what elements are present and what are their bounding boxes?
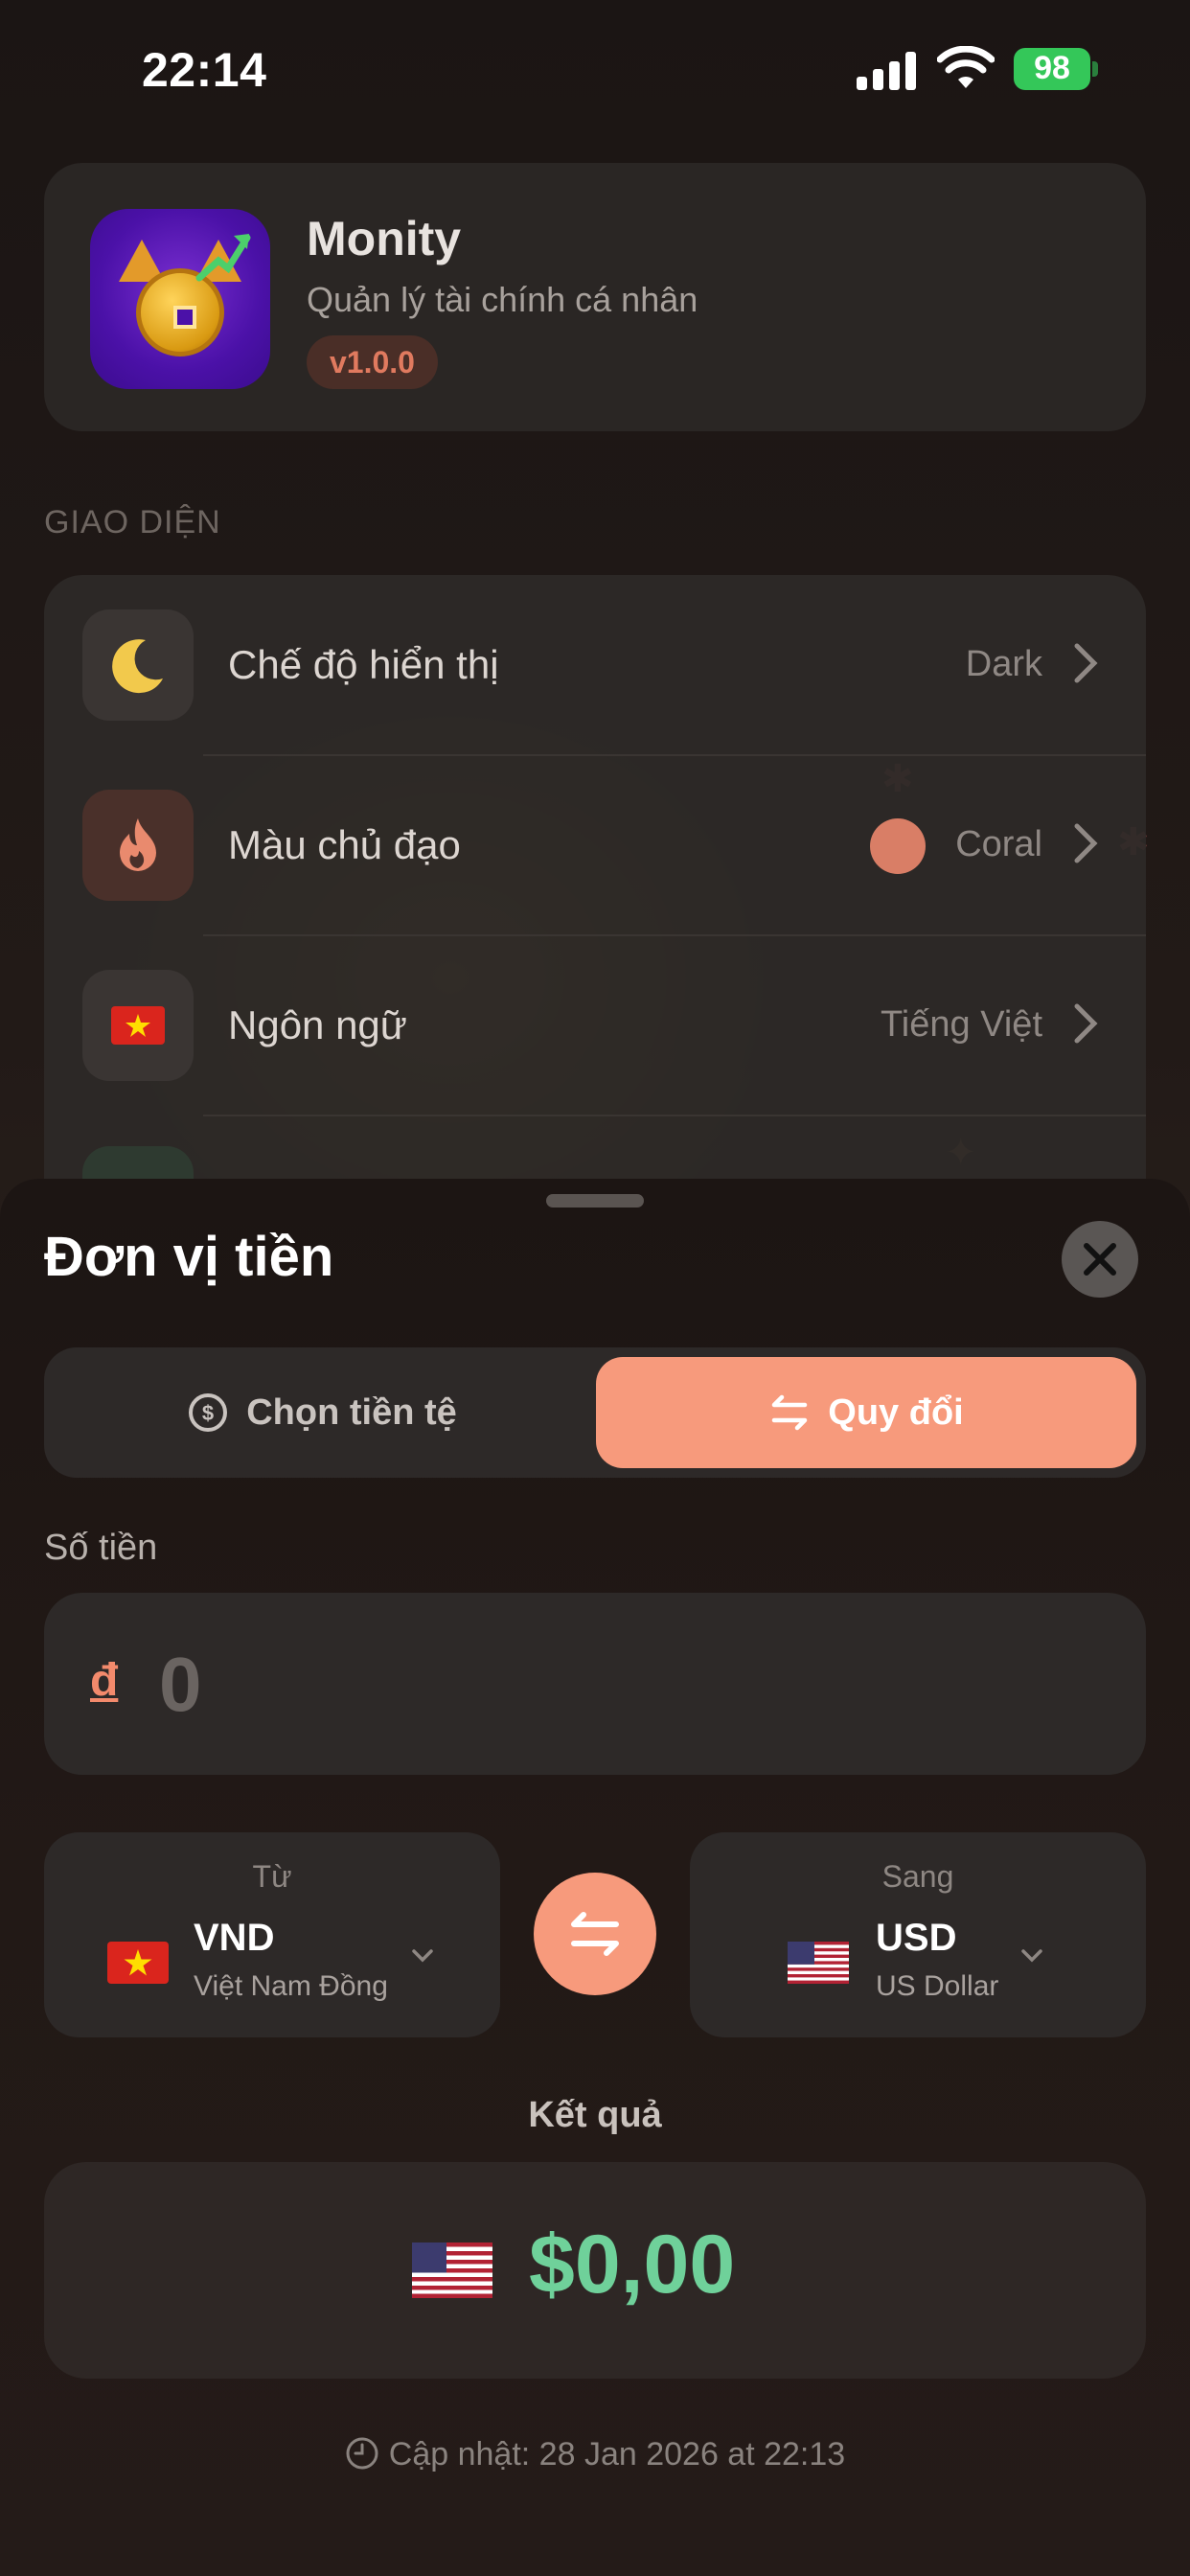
chevron-down-icon bbox=[1021, 1949, 1042, 1963]
swap-currencies-button[interactable] bbox=[534, 1873, 656, 1995]
setting-label: Chế độ hiển thị bbox=[228, 642, 499, 687]
chevron-right-icon bbox=[1074, 823, 1098, 863]
chevron-down-icon bbox=[412, 1949, 433, 1963]
swap-arrows-icon bbox=[772, 1394, 808, 1431]
divider bbox=[203, 1115, 1146, 1116]
chevron-right-icon bbox=[1074, 643, 1098, 683]
amount-label: Số tiền bbox=[44, 1528, 158, 1568]
vietnam-flag-icon bbox=[82, 970, 194, 1081]
amount-input[interactable]: đ 0 bbox=[44, 1593, 1146, 1775]
setting-display-mode[interactable]: Chế độ hiển thị Dark bbox=[44, 575, 1146, 755]
result-value: $0,00 bbox=[529, 2219, 736, 2311]
status-bar: 22:14 98 bbox=[0, 0, 1190, 134]
app-description: Quản lý tài chính cá nhân bbox=[307, 280, 698, 319]
battery-level: 98 bbox=[1034, 50, 1070, 86]
to-caption: Sang bbox=[881, 1859, 954, 1894]
close-button[interactable] bbox=[1062, 1221, 1138, 1298]
version-badge: v1.0.0 bbox=[307, 335, 438, 389]
setting-primary-color[interactable]: Màu chủ đạo Coral bbox=[44, 755, 1146, 935]
mode-segmented-control: $ Chọn tiền tệ Quy đổi bbox=[44, 1347, 1146, 1478]
from-caption: Từ bbox=[252, 1859, 292, 1894]
from-currency-selector[interactable]: Từ VND Việt Nam Đồng bbox=[44, 1832, 500, 2037]
cellular-signal-icon bbox=[857, 50, 918, 90]
color-swatch bbox=[870, 818, 926, 874]
swap-arrows-icon bbox=[571, 1912, 619, 1956]
chevron-right-icon bbox=[1074, 1003, 1098, 1044]
to-currency-selector[interactable]: Sang USD US Dollar bbox=[690, 1832, 1146, 2037]
us-flag-icon bbox=[788, 1942, 849, 1984]
currency-sheet: Đơn vị tiền $ Chọn tiền tệ Quy đổi Số ti… bbox=[0, 1179, 1190, 2576]
battery-icon: 98 bbox=[1014, 48, 1098, 90]
to-currency-code: USD bbox=[876, 1917, 957, 1959]
section-title: GIAO DIỆN bbox=[44, 504, 221, 540]
setting-value: Coral bbox=[955, 824, 1042, 864]
last-updated-text: Cập nhật: 28 Jan 2026 at 22:13 bbox=[388, 2436, 846, 2472]
tab-label: Quy đổi bbox=[828, 1392, 964, 1433]
to-currency-name: US Dollar bbox=[876, 1970, 999, 2002]
vietnam-flag-icon bbox=[107, 1942, 169, 1984]
from-currency-name: Việt Nam Đồng bbox=[194, 1970, 388, 2002]
last-updated: Cập nhật: 28 Jan 2026 at 22:13 bbox=[0, 2436, 1190, 2473]
setting-language[interactable]: Ngôn ngữ Tiếng Việt bbox=[44, 935, 1146, 1116]
tab-convert[interactable]: Quy đổi bbox=[596, 1357, 1136, 1468]
result-display: $0,00 bbox=[44, 2162, 1146, 2379]
us-flag-icon bbox=[412, 2242, 492, 2298]
sheet-grabber[interactable] bbox=[546, 1194, 644, 1208]
app-logo-icon bbox=[90, 209, 270, 389]
sheet-title: Đơn vị tiền bbox=[44, 1226, 334, 1288]
tab-label: Chọn tiền tệ bbox=[246, 1392, 457, 1433]
amount-value: 0 bbox=[159, 1642, 202, 1727]
tab-select-currency[interactable]: $ Chọn tiền tệ bbox=[54, 1357, 590, 1468]
status-time: 22:14 bbox=[142, 43, 267, 97]
app-name: Monity bbox=[307, 212, 462, 265]
result-label: Kết quả bbox=[528, 2095, 662, 2135]
dollar-circle-icon: $ bbox=[189, 1393, 228, 1432]
moon-icon bbox=[82, 610, 194, 721]
currency-symbol: đ bbox=[90, 1655, 119, 1706]
setting-label: Ngôn ngữ bbox=[228, 1002, 407, 1047]
from-currency-code: VND bbox=[194, 1917, 275, 1959]
setting-value: Dark bbox=[965, 644, 1042, 684]
svg-text:$: $ bbox=[202, 1401, 214, 1425]
settings-list: Chế độ hiển thị Dark Màu chủ đạo Coral N… bbox=[44, 575, 1146, 1188]
clock-icon bbox=[346, 2437, 378, 2470]
wifi-icon bbox=[936, 45, 995, 90]
app-info-card: Monity Quản lý tài chính cá nhân v1.0.0 bbox=[44, 163, 1146, 431]
close-icon bbox=[1084, 1243, 1116, 1276]
setting-value: Tiếng Việt bbox=[881, 1004, 1042, 1045]
flame-icon bbox=[82, 790, 194, 901]
setting-label: Màu chủ đạo bbox=[228, 822, 461, 867]
